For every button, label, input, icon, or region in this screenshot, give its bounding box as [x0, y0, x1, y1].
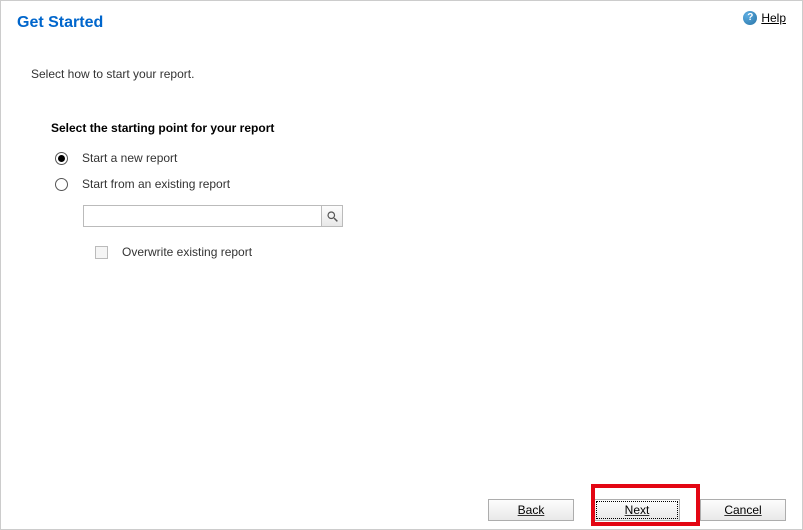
- overwrite-checkbox[interactable]: [95, 246, 108, 259]
- radio-start-new[interactable]: [55, 152, 68, 165]
- intro-text: Select how to start your report.: [1, 32, 802, 81]
- search-icon: [326, 210, 339, 223]
- overwrite-checkbox-label: Overwrite existing report: [122, 245, 252, 259]
- section-heading: Select the starting point for your repor…: [51, 121, 802, 135]
- existing-report-input[interactable]: [83, 205, 321, 227]
- cancel-button[interactable]: Cancel: [700, 499, 786, 521]
- radio-start-existing[interactable]: [55, 178, 68, 191]
- next-button[interactable]: Next: [594, 499, 680, 521]
- help-link[interactable]: ? Help: [743, 11, 786, 25]
- radio-start-existing-label: Start from an existing report: [82, 177, 230, 191]
- browse-button[interactable]: [321, 205, 343, 227]
- radio-start-new-label: Start a new report: [82, 151, 177, 165]
- help-icon: ?: [743, 11, 757, 25]
- back-button[interactable]: Back: [488, 499, 574, 521]
- back-button-label: Back: [518, 503, 545, 517]
- cancel-button-label: Cancel: [724, 503, 761, 517]
- next-button-label: Next: [625, 503, 650, 517]
- help-link-label: Help: [761, 11, 786, 25]
- page-title: Get Started: [17, 11, 103, 32]
